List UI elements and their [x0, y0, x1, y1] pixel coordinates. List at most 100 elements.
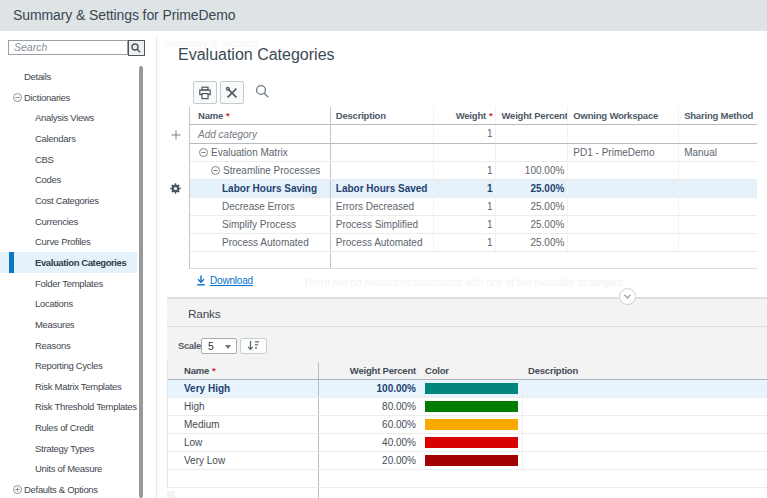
- rank-row-high[interactable]: High80.00%: [168, 398, 767, 416]
- category-weight: 1: [434, 216, 496, 233]
- category-weight: 1: [434, 234, 496, 251]
- category-owning-workspace: [568, 162, 679, 179]
- sidebar-search-button[interactable]: [128, 40, 145, 56]
- category-weight-percent: 25.00%: [496, 216, 568, 233]
- category-row-add-category[interactable]: Add category1: [190, 125, 757, 144]
- rank-color-swatch[interactable]: [425, 437, 518, 448]
- scale-label: Scale: [178, 338, 201, 354]
- category-row-simplify-process[interactable]: Simplify ProcessProcess Simplified125.00…: [190, 216, 757, 234]
- ranks-title: Ranks: [188, 307, 220, 321]
- sidebar-item-units-of-measure[interactable]: Units of Measure: [0, 459, 137, 480]
- sidebar-divider: [156, 36, 157, 498]
- category-row-process-automated[interactable]: Process AutomatedProcess Automated125.00…: [190, 234, 757, 252]
- sidebar-item-rules-of-credit[interactable]: Rules of Credit: [0, 417, 137, 438]
- empty-measures-hint: There are no measures associated with an…: [303, 277, 625, 288]
- rank-color-swatch[interactable]: [425, 419, 518, 430]
- sidebar-item-defaults-options[interactable]: Defaults & Options: [0, 479, 137, 498]
- sidebar-item-risk-matrix-templates[interactable]: Risk Matrix Templates: [0, 376, 137, 397]
- rank-row-medium[interactable]: Medium60.00%: [168, 416, 767, 434]
- sidebar-item-reasons[interactable]: Reasons: [0, 335, 137, 356]
- category-row-streamline-processes[interactable]: Streamline Processes1100.00%: [190, 162, 757, 180]
- category-weight: 1: [434, 198, 496, 215]
- category-row-decrease-errors[interactable]: Decrease ErrorsErrors Decreased125.00%: [190, 198, 757, 216]
- sidebar-item-label: Risk Threshold Templates: [35, 401, 137, 412]
- category-name: Decrease Errors: [222, 198, 295, 215]
- category-description: [331, 162, 434, 179]
- scale-select[interactable]: 5: [201, 338, 237, 354]
- sidebar-item-label: CBS: [35, 154, 54, 165]
- rank-description: [523, 452, 767, 469]
- sidebar-item-curve-profiles[interactable]: Curve Profiles: [0, 232, 137, 253]
- ranks-grid-tail-border: [318, 488, 319, 498]
- collapse-icon[interactable]: [211, 166, 220, 175]
- customize-button[interactable]: [220, 81, 244, 104]
- column-header-weight-percent[interactable]: Weight Percent: [496, 107, 568, 124]
- category-weight: [434, 144, 496, 161]
- rank-row-very-low[interactable]: Very Low20.00%: [168, 452, 767, 470]
- print-button[interactable]: [193, 81, 217, 104]
- rank-color-swatch[interactable]: [425, 401, 518, 412]
- rank-description: [523, 416, 767, 433]
- sidebar-item-dictionaries[interactable]: Dictionaries: [0, 87, 137, 108]
- rank-name: Very Low: [168, 452, 319, 469]
- sidebar-scrollbar[interactable]: [139, 66, 144, 498]
- sidebar-item-folder-templates[interactable]: Folder Templates: [0, 273, 137, 294]
- rank-name: Very High: [168, 380, 319, 397]
- sidebar-item-label: Measures: [35, 319, 74, 330]
- collapse-icon[interactable]: [13, 93, 22, 102]
- sidebar-item-cost-categories[interactable]: Cost Categories: [0, 190, 137, 211]
- tools-icon: [225, 86, 239, 100]
- sidebar-item-currencies[interactable]: Currencies: [0, 211, 137, 232]
- category-weight-percent: 25.00%: [496, 198, 568, 215]
- sidebar-item-codes[interactable]: Codes: [0, 170, 137, 191]
- sidebar-item-strategy-types[interactable]: Strategy Types: [0, 438, 137, 459]
- rank-row-very-high[interactable]: Very High100.00%: [168, 380, 767, 398]
- download-link[interactable]: Download: [196, 275, 253, 286]
- sidebar-item-label: Currencies: [35, 216, 78, 227]
- grid-search-button[interactable]: [255, 84, 270, 99]
- rank-color-swatch[interactable]: [425, 383, 518, 394]
- sidebar-item-reporting-cycles[interactable]: Reporting Cycles: [0, 355, 137, 376]
- category-weight: 1: [434, 125, 496, 143]
- sidebar-item-label: Calendars: [35, 133, 76, 144]
- sidebar-item-label: Strategy Types: [35, 443, 94, 454]
- column-header-name[interactable]: Name*: [190, 107, 331, 124]
- collapse-icon[interactable]: [199, 148, 208, 157]
- rank-description: [523, 398, 767, 415]
- sidebar-item-risk-threshold-templates[interactable]: Risk Threshold Templates: [0, 397, 137, 418]
- sidebar-item-label: Curve Profiles: [35, 236, 90, 247]
- ranks-column-header-description[interactable]: Description: [523, 362, 767, 379]
- sidebar-search-input[interactable]: Search: [8, 40, 128, 55]
- category-row-labor-hours-saving[interactable]: Labor Hours SavingLabor Hours Saved125.0…: [190, 180, 757, 198]
- gear-icon[interactable]: [170, 183, 181, 194]
- sidebar-item-measures[interactable]: Measures: [0, 314, 137, 335]
- column-header-description[interactable]: Description: [331, 107, 434, 124]
- ranks-column-header-weight-percent[interactable]: Weight Percent: [319, 362, 421, 379]
- sidebar-item-analysis-views[interactable]: Analysis Views: [0, 108, 137, 129]
- category-row-evaluation-matrix[interactable]: Evaluation MatrixPD1 - PrimeDemoManual: [190, 144, 757, 162]
- rank-color-swatch[interactable]: [425, 455, 518, 466]
- grid-scrollbar-track[interactable]: [758, 107, 767, 269]
- add-row-icon[interactable]: [171, 130, 181, 140]
- sidebar-item-locations[interactable]: Locations: [0, 293, 137, 314]
- sidebar-item-label: Risk Matrix Templates: [35, 381, 121, 392]
- column-header-sharing-method[interactable]: Sharing Method: [679, 107, 757, 124]
- search-placeholder: Search: [14, 41, 47, 54]
- column-header-owning-workspace[interactable]: Owning Workspace: [568, 107, 679, 124]
- category-weight-percent: [496, 144, 568, 161]
- sidebar-item-calendars[interactable]: Calendars: [0, 128, 137, 149]
- sidebar-item-evaluation-categories[interactable]: Evaluation Categories: [0, 252, 137, 273]
- sort-button[interactable]: [240, 338, 267, 354]
- expand-icon[interactable]: [13, 485, 22, 494]
- sidebar-item-cbs[interactable]: CBS: [0, 149, 137, 170]
- category-owning-workspace: [568, 125, 679, 143]
- column-header-weight[interactable]: Weight*: [434, 107, 496, 124]
- ranks-column-header-color[interactable]: Color: [421, 362, 523, 379]
- rank-row-low[interactable]: Low40.00%: [168, 434, 767, 452]
- sidebar-item-details[interactable]: Details: [0, 66, 137, 87]
- grid-search-icon: [255, 84, 270, 99]
- ranks-column-header-name[interactable]: Name*: [168, 362, 319, 379]
- rank-description: [523, 434, 767, 451]
- printer-icon: [198, 86, 212, 100]
- collapse-panel-button[interactable]: [619, 288, 636, 305]
